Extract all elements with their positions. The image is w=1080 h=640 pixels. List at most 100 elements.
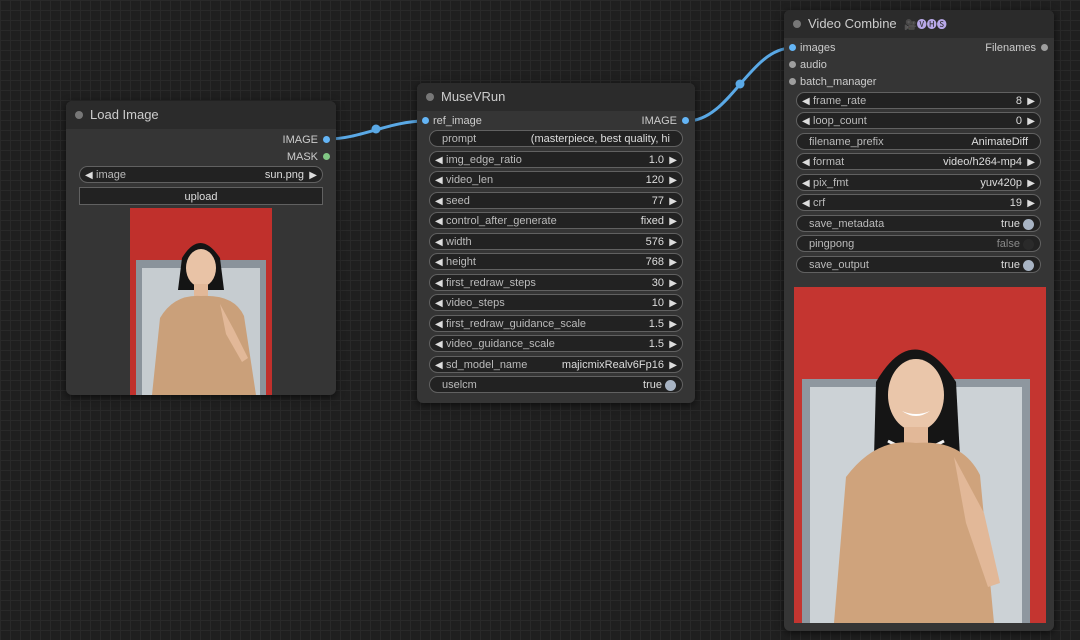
video-preview-person-icon [794,287,1046,623]
decrement-arrow-icon[interactable]: ◀ [85,167,93,184]
mask-socket-icon[interactable] [323,153,330,160]
seed-widget[interactable]: ◀ seed 77 ▶ [429,192,683,209]
widget-name: save_output [809,259,869,271]
loop-count-widget[interactable]: ◀ loop_count 0 ▶ [796,112,1041,129]
output-image-slot[interactable]: IMAGE [66,133,336,147]
increment-arrow-icon[interactable]: ▶ [669,275,677,292]
decrement-arrow-icon[interactable]: ◀ [802,93,810,110]
increment-arrow-icon[interactable]: ▶ [669,336,677,353]
output-image-label: IMAGE [641,115,677,127]
pingpong-toggle[interactable]: pingpong false [796,235,1041,252]
musevrun-node[interactable]: MuseVRun ref_image IMAGE prompt (masterp… [417,83,695,403]
frame-rate-widget[interactable]: ◀ frame_rate 8 ▶ [796,92,1041,109]
toggle-on-icon[interactable] [1023,219,1034,230]
pix-fmt-combo[interactable]: ◀ pix_fmt yuv420p ▶ [796,174,1041,191]
decrement-arrow-icon[interactable]: ◀ [435,213,443,230]
video-preview[interactable] [794,287,1046,623]
toggle-on-icon[interactable] [665,380,676,391]
decrement-arrow-icon[interactable]: ◀ [435,193,443,210]
decrement-arrow-icon[interactable]: ◀ [435,357,443,374]
increment-arrow-icon[interactable]: ▶ [669,172,677,189]
widget-name: image [96,169,126,181]
control-after-generate-combo[interactable]: ◀ control_after_generate fixed ▶ [429,212,683,229]
save-metadata-toggle[interactable]: save_metadata true [796,215,1041,232]
input-batch-manager-slot[interactable]: batch_manager [784,75,914,89]
decrement-arrow-icon[interactable]: ◀ [435,275,443,292]
increment-arrow-icon[interactable]: ▶ [669,316,677,333]
decrement-arrow-icon[interactable]: ◀ [802,154,810,171]
link-midpoint-1 [371,124,381,134]
decrement-arrow-icon[interactable]: ◀ [435,254,443,271]
toggle-off-icon[interactable] [1023,239,1034,250]
link-midpoint-2 [735,79,745,89]
image-socket-icon[interactable] [323,136,330,143]
increment-arrow-icon[interactable]: ▶ [669,234,677,251]
increment-arrow-icon[interactable]: ▶ [669,295,677,312]
input-audio-slot[interactable]: audio [784,58,914,72]
prompt-field[interactable]: prompt (masterpiece, best quality, hi [429,130,683,147]
increment-arrow-icon[interactable]: ▶ [1027,195,1035,212]
batch-manager-socket-icon[interactable] [789,78,796,85]
widget-value: 30 [651,277,664,289]
image-combo[interactable]: ◀ image sun.png ▶ [79,166,323,183]
output-mask-slot[interactable]: MASK [66,150,336,164]
decrement-arrow-icon[interactable]: ◀ [802,195,810,212]
output-mask-label: MASK [286,151,318,163]
increment-arrow-icon[interactable]: ▶ [669,254,677,271]
format-combo[interactable]: ◀ format video/h264-mp4 ▶ [796,153,1041,170]
musevrun-title-bar[interactable]: MuseVRun [417,83,695,111]
increment-arrow-icon[interactable]: ▶ [1027,113,1035,130]
increment-arrow-icon[interactable]: ▶ [669,357,677,374]
save-output-toggle[interactable]: save_output true [796,256,1041,273]
height-widget[interactable]: ◀ height 768 ▶ [429,253,683,270]
decrement-arrow-icon[interactable]: ◀ [435,295,443,312]
filenames-socket-icon[interactable] [1041,44,1048,51]
increment-arrow-icon[interactable]: ▶ [1027,93,1035,110]
load-image-node[interactable]: Load Image IMAGE MASK ◀ image sun.png ▶ … [66,101,336,395]
audio-socket-icon[interactable] [789,61,796,68]
collapse-dot-icon[interactable] [793,20,801,28]
collapse-dot-icon[interactable] [426,93,434,101]
load-image-title-bar[interactable]: Load Image [66,101,336,129]
output-filenames-slot[interactable]: Filenames [784,41,1054,55]
first-redraw-steps-widget[interactable]: ◀ first_redraw_steps 30 ▶ [429,274,683,291]
decrement-arrow-icon[interactable]: ◀ [435,172,443,189]
image-socket-icon[interactable] [682,117,689,124]
decrement-arrow-icon[interactable]: ◀ [435,336,443,353]
increment-arrow-icon[interactable]: ▶ [1027,154,1035,171]
sd-model-name-combo[interactable]: ◀ sd_model_name majicmixRealv6Fp16 ▶ [429,356,683,373]
increment-arrow-icon[interactable]: ▶ [669,213,677,230]
video-combine-title-bar[interactable]: Video Combine 🎥🅥🅗🅢 [784,10,1054,38]
widget-value: majicmixRealv6Fp16 [561,359,664,371]
video-steps-widget[interactable]: ◀ video_steps 10 ▶ [429,294,683,311]
widget-value: 1.5 [648,338,664,350]
decrement-arrow-icon[interactable]: ◀ [435,316,443,333]
widget-name: first_redraw_guidance_scale [446,318,587,330]
widget-name: pix_fmt [813,177,849,189]
widget-value: false [996,238,1020,250]
widget-name: sd_model_name [446,359,528,371]
decrement-arrow-icon[interactable]: ◀ [435,152,443,169]
increment-arrow-icon[interactable]: ▶ [1027,175,1035,192]
first-redraw-guidance-scale-widget[interactable]: ◀ first_redraw_guidance_scale 1.5 ▶ [429,315,683,332]
width-widget[interactable]: ◀ width 576 ▶ [429,233,683,250]
crf-widget[interactable]: ◀ crf 19 ▶ [796,194,1041,211]
filename-prefix-field[interactable]: filename_prefix AnimateDiff [796,133,1041,150]
collapse-dot-icon[interactable] [75,111,83,119]
increment-arrow-icon[interactable]: ▶ [309,167,317,184]
img-edge-ratio-widget[interactable]: ◀ img_edge_ratio 1.0 ▶ [429,151,683,168]
video-guidance-scale-widget[interactable]: ◀ video_guidance_scale 1.5 ▶ [429,335,683,352]
widget-name: pingpong [809,238,855,250]
decrement-arrow-icon[interactable]: ◀ [802,113,810,130]
toggle-on-icon[interactable] [1023,260,1034,271]
decrement-arrow-icon[interactable]: ◀ [802,175,810,192]
increment-arrow-icon[interactable]: ▶ [669,193,677,210]
decrement-arrow-icon[interactable]: ◀ [435,234,443,251]
output-image-slot[interactable]: IMAGE [417,114,695,128]
upload-button[interactable]: upload [79,187,323,205]
increment-arrow-icon[interactable]: ▶ [669,152,677,169]
uselcm-toggle[interactable]: uselcm true [429,376,683,393]
video-combine-node[interactable]: Video Combine 🎥🅥🅗🅢 images Filenames audi… [784,10,1054,631]
video-len-widget[interactable]: ◀ video_len 120 ▶ [429,171,683,188]
widget-value: 768 [645,256,664,268]
